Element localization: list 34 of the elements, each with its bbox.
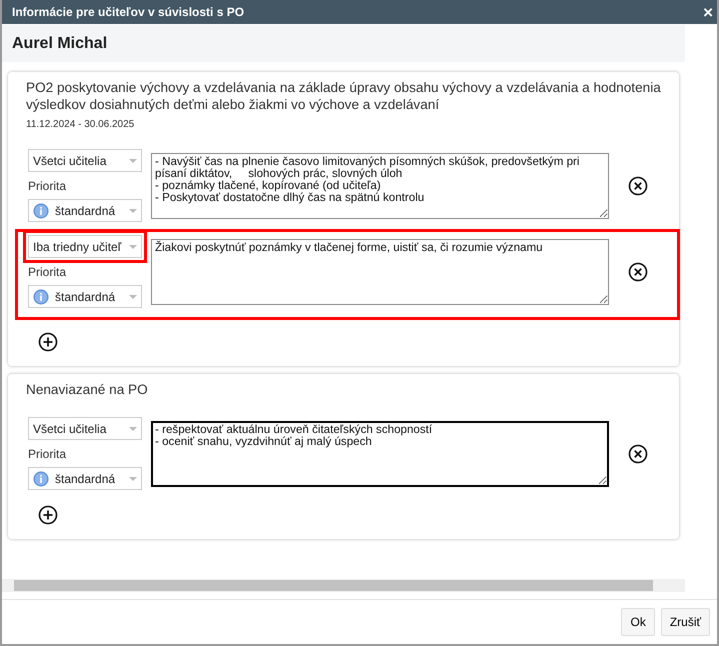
section-title: PO2 poskytovanie výchovy a vzdelávania na základe úpravy obsahu výchovy a vzdelávania a hodnotenia výsledkov dosiahnutých deťmi alebo žiakmi vo výchove a vzdelávaní bbox=[26, 79, 662, 113]
caret-icon[interactable] bbox=[129, 244, 137, 248]
dropdown[interactable]: štandardná bbox=[28, 199, 142, 222]
horizontal-scrollbar[interactable] bbox=[2, 579, 685, 592]
priority-label: Priorita bbox=[28, 265, 68, 279]
add-icon[interactable] bbox=[38, 505, 58, 525]
remove-icon[interactable] bbox=[628, 444, 648, 464]
window-title: Informácie pre učiteľov v súvislosti s PO bbox=[12, 5, 244, 19]
dropdown[interactable]: štandardná bbox=[28, 467, 142, 490]
section-title: Nenaviazané na PO bbox=[26, 381, 149, 398]
caret-icon[interactable] bbox=[129, 476, 137, 480]
student-name: Aurel Michal bbox=[12, 34, 108, 52]
date-range: 11.12.2024 - 30.06.2025 bbox=[26, 119, 136, 130]
remove-icon[interactable] bbox=[628, 176, 648, 196]
info-icon bbox=[33, 470, 49, 486]
add-icon[interactable] bbox=[38, 332, 58, 352]
priority-label: Priorita bbox=[28, 179, 68, 193]
text-area[interactable]: Žiakovi poskytnúť poznámky v tlačenej forme, uistiť sa, či rozumie významu bbox=[151, 238, 609, 304]
caret-icon[interactable] bbox=[129, 426, 137, 430]
info-icon bbox=[33, 202, 49, 218]
dropdown[interactable]: štandardná bbox=[28, 285, 142, 308]
caret-icon[interactable] bbox=[129, 294, 137, 298]
dialog-button[interactable]: Ok bbox=[621, 608, 655, 636]
dropdown[interactable]: Všetci učitelia bbox=[28, 149, 142, 172]
close-button[interactable]: × bbox=[703, 4, 713, 20]
text-area[interactable]: - Navýšiť čas na plnenie časovo limitovaných písomných skúšok, predovšetkým pri písaní diktátov, slohových prác, slovných úloh - poznámky tlačené, kopírované (od učiteľa) - Poskytovať dostatočne dlhý čas na spätnú kontrolu bbox=[151, 152, 609, 218]
info-icon bbox=[33, 288, 49, 304]
remove-icon[interactable] bbox=[628, 262, 648, 282]
dialog-button[interactable]: Zrušiť bbox=[660, 608, 710, 636]
priority-label: Priorita bbox=[28, 447, 68, 461]
caret-icon[interactable] bbox=[129, 158, 137, 162]
dropdown[interactable]: Všetci učitelia bbox=[28, 417, 142, 440]
caret-icon[interactable] bbox=[129, 208, 137, 212]
text-area[interactable]: - rešpektovať aktuálnu úroveň čitateľských schopností - oceniť snahu, vyzdvihnúť aj malý úspech bbox=[151, 420, 609, 486]
